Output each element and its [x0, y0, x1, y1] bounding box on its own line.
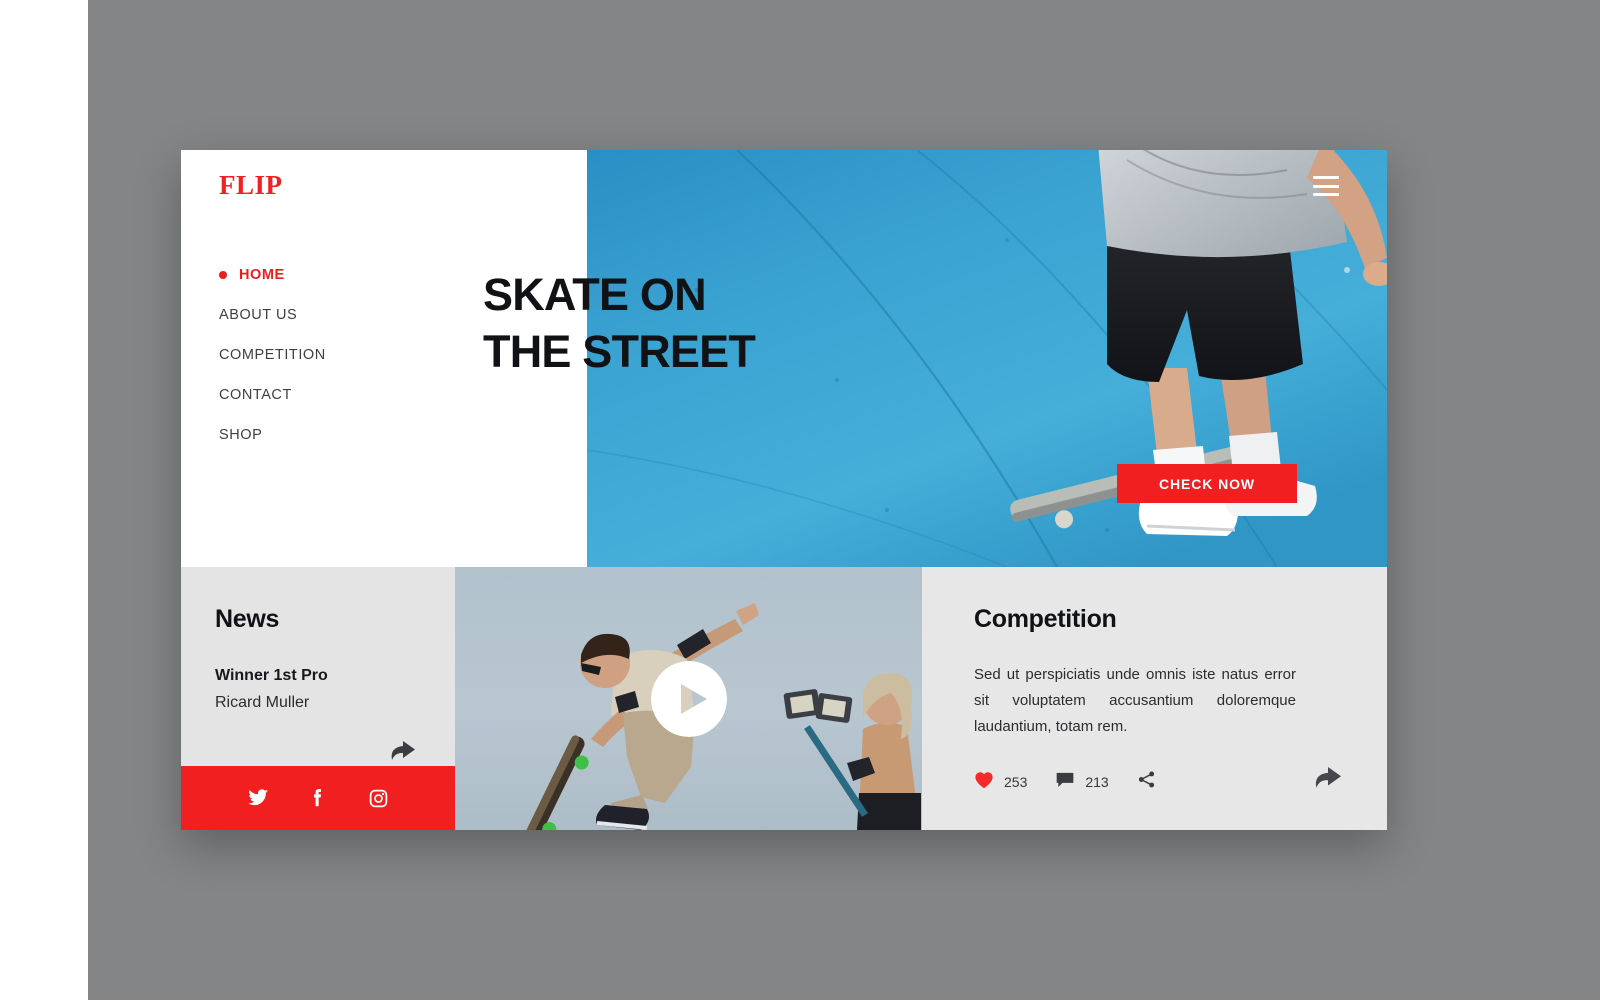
nav-item-label: SHOP: [219, 427, 263, 443]
competition-panel: Competition Sed ut perspiciatis unde omn…: [922, 567, 1387, 830]
hero-headline: SKATE ON THE STREET: [483, 266, 756, 380]
likes-count: 253: [1004, 774, 1028, 790]
hamburger-bar: [1313, 176, 1339, 179]
news-headline: Winner 1st Pro: [215, 667, 328, 684]
news-panel: News Winner 1st Pro Ricard Muller: [181, 567, 455, 830]
news-title: News: [215, 605, 280, 633]
active-dot-icon: [219, 271, 227, 279]
competition-share-arrow-icon[interactable]: [1312, 765, 1342, 791]
nav-item-shop[interactable]: SHOP: [219, 427, 326, 467]
hamburger-bar: [1313, 184, 1339, 188]
nav-item-about-us[interactable]: ABOUT US: [219, 307, 326, 347]
share-node-stat[interactable]: [1137, 770, 1156, 794]
page-stage: FLIP HOME ABOUT US COMPETITION CONTACT S…: [0, 0, 1600, 1000]
competition-body-text: Sed ut perspiciatis unde omnis iste natu…: [974, 666, 1296, 735]
engagement-stats: 253 213: [974, 770, 1184, 794]
comments-stat[interactable]: 213: [1055, 771, 1109, 793]
instagram-icon[interactable]: [367, 787, 389, 809]
hamburger-menu-icon[interactable]: [1313, 176, 1339, 196]
brand-logo[interactable]: FLIP: [219, 170, 283, 201]
check-now-button[interactable]: CHECK NOW: [1117, 464, 1297, 503]
nav-item-label: ABOUT US: [219, 307, 298, 323]
hero-section: FLIP HOME ABOUT US COMPETITION CONTACT S…: [181, 150, 1387, 567]
news-author: Ricard Muller: [215, 694, 310, 711]
share-node-icon: [1137, 770, 1156, 794]
content-section: News Winner 1st Pro Ricard Muller Compet…: [181, 567, 1387, 830]
facebook-icon[interactable]: [307, 787, 329, 809]
nav-item-label: COMPETITION: [219, 347, 326, 363]
hamburger-bar: [1313, 193, 1339, 196]
video-panel[interactable]: [455, 567, 922, 830]
website-mockup-card: FLIP HOME ABOUT US COMPETITION CONTACT S…: [181, 150, 1387, 830]
comments-count: 213: [1085, 774, 1109, 790]
competition-title: Competition: [974, 605, 1117, 633]
nav-item-label: CONTACT: [219, 387, 292, 403]
twitter-icon[interactable]: [247, 787, 269, 809]
comment-icon: [1055, 771, 1075, 793]
nav-item-label: HOME: [239, 267, 285, 283]
hero-title-line-2: THE STREET: [483, 326, 756, 377]
news-share-arrow-icon[interactable]: [388, 739, 416, 763]
likes-stat[interactable]: 253: [974, 771, 1027, 794]
social-links-bar: [181, 766, 455, 830]
nav-item-contact[interactable]: CONTACT: [219, 387, 326, 427]
play-icon[interactable]: [650, 660, 727, 737]
nav-item-home[interactable]: HOME: [219, 267, 326, 307]
nav-item-competition[interactable]: COMPETITION: [219, 347, 326, 387]
heart-icon: [974, 771, 994, 794]
main-navigation: HOME ABOUT US COMPETITION CONTACT SHOP: [219, 267, 326, 467]
hero-title-line-1: SKATE ON: [483, 269, 707, 320]
